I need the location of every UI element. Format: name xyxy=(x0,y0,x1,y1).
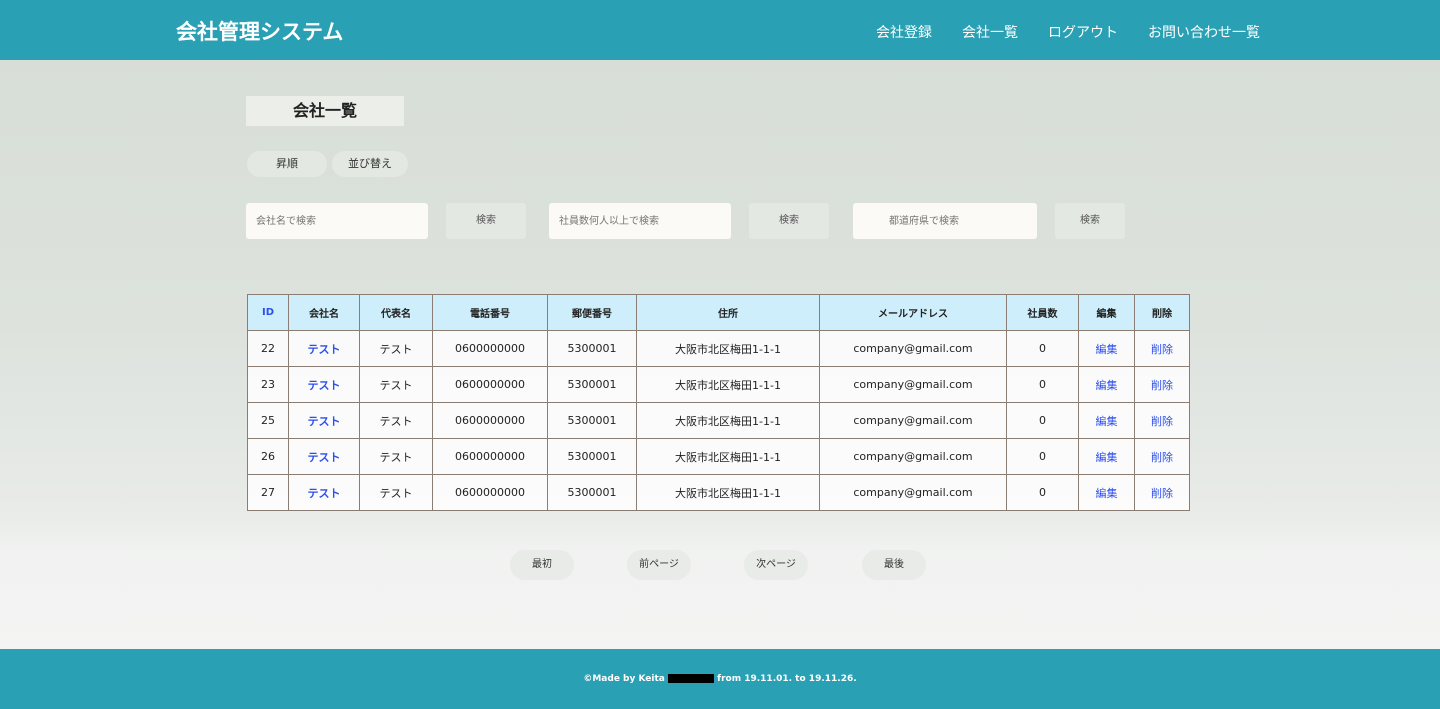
header-delete: 削除 xyxy=(1134,294,1190,331)
table-row: 22 テスト テスト 0600000000 5300001 大阪市北区梅田1-1-1 com… xyxy=(247,330,1190,367)
company-name-link[interactable]: テスト xyxy=(288,330,360,367)
edit-link[interactable]: 編集 xyxy=(1078,366,1135,403)
header-id: ID xyxy=(247,294,289,331)
page-next-button[interactable]: 次ページ xyxy=(744,550,808,580)
representative-cell: テスト xyxy=(359,474,433,511)
edit-link[interactable]: 編集 xyxy=(1078,474,1135,511)
address-cell: 大阪市北区梅田1-1-1 xyxy=(636,438,820,475)
employees-cell: 0 xyxy=(1006,438,1079,475)
employees-cell: 0 xyxy=(1006,474,1079,511)
company-name-search-button[interactable]: 検索 xyxy=(446,203,526,239)
company-name-search-input[interactable] xyxy=(246,203,428,239)
header-postal-code: 郵便番号 xyxy=(547,294,637,331)
table-row: 27 テスト テスト 0600000000 5300001 大阪市北区梅田1-1-1 com… xyxy=(247,474,1190,511)
nav-company-list[interactable]: 会社一覧 xyxy=(962,22,1018,42)
header-phone: 電話番号 xyxy=(432,294,548,331)
representative-cell: テスト xyxy=(359,330,433,367)
sort-button[interactable]: 並び替え xyxy=(332,151,408,177)
header-edit: 編集 xyxy=(1078,294,1135,331)
footer: ©Made by Keita from 19.11.01. to 19.11.2… xyxy=(0,649,1440,709)
nav-logout[interactable]: ログアウト xyxy=(1048,22,1118,42)
email-cell: company@gmail.com xyxy=(819,438,1007,475)
header-address: 住所 xyxy=(636,294,820,331)
postal-code-cell: 5300001 xyxy=(547,402,637,439)
header-representative: 代表名 xyxy=(359,294,433,331)
email-cell: company@gmail.com xyxy=(819,330,1007,367)
delete-link[interactable]: 削除 xyxy=(1134,438,1190,475)
table-row: 23 テスト テスト 0600000000 5300001 大阪市北区梅田1-1-1 com… xyxy=(247,366,1190,403)
prefecture-search-input[interactable] xyxy=(853,203,1037,239)
email-cell: company@gmail.com xyxy=(819,366,1007,403)
postal-code-cell: 5300001 xyxy=(547,366,637,403)
representative-cell: テスト xyxy=(359,366,433,403)
delete-link[interactable]: 削除 xyxy=(1134,366,1190,403)
edit-link[interactable]: 編集 xyxy=(1078,402,1135,439)
address-cell: 大阪市北区梅田1-1-1 xyxy=(636,330,820,367)
company-name-link[interactable]: テスト xyxy=(288,474,360,511)
edit-link[interactable]: 編集 xyxy=(1078,438,1135,475)
table-row: 25 テスト テスト 0600000000 5300001 大阪市北区梅田1-1-1 com… xyxy=(247,402,1190,439)
header: 会社管理システム 会社登録 会社一覧 ログアウト お問い合わせ一覧 xyxy=(0,0,1440,60)
representative-cell: テスト xyxy=(359,438,433,475)
page-last-button[interactable]: 最後 xyxy=(862,550,926,580)
delete-link[interactable]: 削除 xyxy=(1134,330,1190,367)
page-first-button[interactable]: 最初 xyxy=(510,550,574,580)
brand-title[interactable]: 会社管理システム xyxy=(176,16,343,46)
id-cell: 26 xyxy=(247,438,289,475)
phone-cell: 0600000000 xyxy=(432,330,548,367)
phone-cell: 0600000000 xyxy=(432,474,548,511)
page-prev-button[interactable]: 前ページ xyxy=(627,550,691,580)
header-email: メールアドレス xyxy=(819,294,1007,331)
employees-cell: 0 xyxy=(1006,402,1079,439)
employees-search-input[interactable] xyxy=(549,203,731,239)
edit-link[interactable]: 編集 xyxy=(1078,330,1135,367)
employees-search-button[interactable]: 検索 xyxy=(749,203,829,239)
employees-cell: 0 xyxy=(1006,330,1079,367)
company-table: ID 会社名 代表名 電話番号 郵便番号 住所 メールアドレス 社員数 編集 削除 22 テスト テス… xyxy=(247,294,1190,511)
email-cell: company@gmail.com xyxy=(819,474,1007,511)
company-name-link[interactable]: テスト xyxy=(288,438,360,475)
company-name-link[interactable]: テスト xyxy=(288,366,360,403)
address-cell: 大阪市北区梅田1-1-1 xyxy=(636,366,820,403)
phone-cell: 0600000000 xyxy=(432,438,548,475)
address-cell: 大阪市北区梅田1-1-1 xyxy=(636,474,820,511)
nav-company-register[interactable]: 会社登録 xyxy=(876,22,932,42)
header-employees: 社員数 xyxy=(1006,294,1079,331)
postal-code-cell: 5300001 xyxy=(547,330,637,367)
id-cell: 27 xyxy=(247,474,289,511)
phone-cell: 0600000000 xyxy=(432,402,548,439)
table-header-row: ID 会社名 代表名 電話番号 郵便番号 住所 メールアドレス 社員数 編集 削除 xyxy=(247,294,1190,331)
header-company-name: 会社名 xyxy=(288,294,360,331)
footer-prefix: ©Made by Keita xyxy=(583,674,665,684)
table-row: 26 テスト テスト 0600000000 5300001 大阪市北区梅田1-1-1 com… xyxy=(247,438,1190,475)
id-cell: 25 xyxy=(247,402,289,439)
page-title: 会社一覧 xyxy=(246,96,404,126)
id-cell: 22 xyxy=(247,330,289,367)
postal-code-cell: 5300001 xyxy=(547,474,637,511)
email-cell: company@gmail.com xyxy=(819,402,1007,439)
representative-cell: テスト xyxy=(359,402,433,439)
address-cell: 大阪市北区梅田1-1-1 xyxy=(636,402,820,439)
nav-inquiries[interactable]: お問い合わせ一覧 xyxy=(1148,22,1260,42)
postal-code-cell: 5300001 xyxy=(547,438,637,475)
company-name-link[interactable]: テスト xyxy=(288,402,360,439)
id-cell: 23 xyxy=(247,366,289,403)
phone-cell: 0600000000 xyxy=(432,366,548,403)
employees-cell: 0 xyxy=(1006,366,1079,403)
delete-link[interactable]: 削除 xyxy=(1134,474,1190,511)
redacted-name xyxy=(668,674,715,683)
prefecture-search-button[interactable]: 検索 xyxy=(1055,203,1125,239)
footer-suffix: from 19.11.01. to 19.11.26. xyxy=(717,674,857,684)
sort-asc-button[interactable]: 昇順 xyxy=(247,151,327,177)
delete-link[interactable]: 削除 xyxy=(1134,402,1190,439)
nav: 会社登録 会社一覧 ログアウト お問い合わせ一覧 xyxy=(876,22,1260,42)
